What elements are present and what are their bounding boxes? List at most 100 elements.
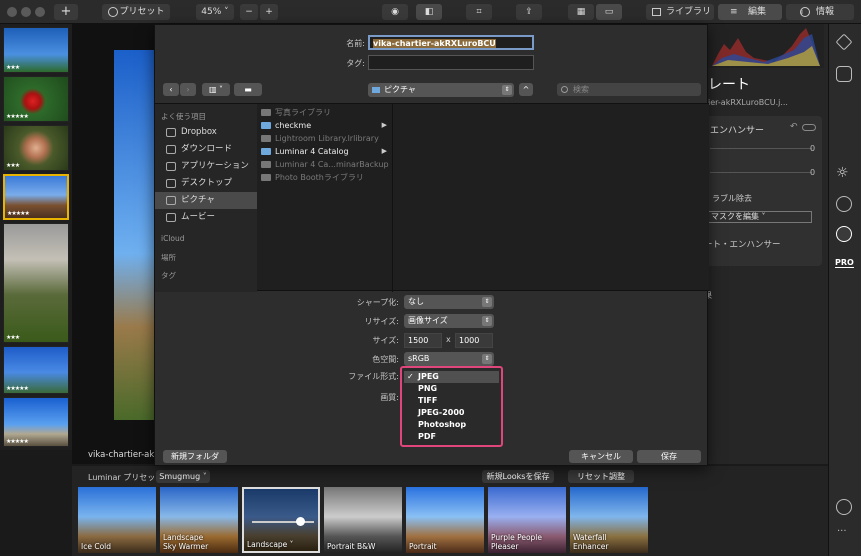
- preset-thumb[interactable]: Ice Cold: [78, 487, 156, 553]
- folder-icon: [372, 87, 380, 93]
- edit-tab-label: 編集: [748, 7, 767, 17]
- canvas-icon[interactable]: [836, 66, 852, 82]
- height-input[interactable]: 1000: [455, 333, 493, 348]
- toggle-switch[interactable]: [802, 124, 816, 131]
- filmstrip-thumb[interactable]: ★★★★★: [3, 76, 69, 122]
- edit-mask-button[interactable]: マスクを編集 ˅: [708, 211, 812, 223]
- new-folder-button[interactable]: 新規フォルダ: [163, 450, 227, 463]
- filmstrip-thumb[interactable]: ★★★: [3, 223, 69, 343]
- zoom-window-button[interactable]: [35, 7, 45, 17]
- zoom-level-select[interactable]: 45% ˅: [196, 4, 234, 20]
- sidebar-item[interactable]: ピクチャ: [155, 192, 257, 209]
- places-header: 場所: [161, 253, 176, 262]
- reset-adjustments-button[interactable]: リセット調整: [568, 470, 634, 483]
- file-item: Lightroom Library.lrlibrary: [257, 132, 391, 145]
- quality-label: 画質:: [380, 393, 399, 402]
- filmstrip-thumb[interactable]: ★★★★★: [3, 397, 69, 447]
- history-clock-icon[interactable]: [836, 499, 852, 515]
- view-mode-button[interactable]: ▥ ˅: [202, 83, 230, 96]
- filmstrip-thumb[interactable]: ★★★★★: [3, 346, 69, 394]
- face-icon[interactable]: [836, 226, 852, 242]
- preset-thumb[interactable]: Waterfall Enhancer: [570, 487, 648, 553]
- minimize-window-button[interactable]: [21, 7, 31, 17]
- filmstrip-thumb[interactable]: ★★★: [3, 27, 69, 73]
- preview-eye-icon[interactable]: ◉: [382, 4, 408, 20]
- file-item[interactable]: checkme ▶: [257, 119, 391, 132]
- filename-input[interactable]: vika-chartier-akRXLuroBCU: [368, 35, 534, 50]
- sidebar-item[interactable]: Dropbox: [155, 124, 257, 141]
- zoom-in-button[interactable]: +: [260, 4, 278, 20]
- resize-select[interactable]: 画像サイズ ⇕: [404, 314, 494, 328]
- looks-category-select[interactable]: Smugmug ˅: [156, 470, 210, 483]
- crop-icon[interactable]: ⌗: [466, 4, 492, 20]
- colorspace-select[interactable]: sRGB ⇕: [404, 352, 494, 366]
- sidebar-item[interactable]: デスクトップ: [155, 175, 257, 192]
- sidebar-item[interactable]: ダウンロード: [155, 141, 257, 158]
- reset-icon[interactable]: ↶: [790, 122, 798, 132]
- zoom-level-value: 45%: [201, 7, 222, 17]
- filmstrip-thumb[interactable]: ★★★: [3, 125, 69, 171]
- compare-icon[interactable]: ◧: [416, 4, 442, 20]
- preset-label: Ice Cold: [81, 542, 112, 551]
- file-item[interactable]: Luminar 4 Catalog ▶: [257, 145, 391, 158]
- slider-track[interactable]: [710, 172, 812, 173]
- slider-track[interactable]: [710, 148, 812, 149]
- location-select[interactable]: ピクチャ ⇕: [368, 83, 514, 97]
- info-tab[interactable]: i 情報: [786, 4, 854, 20]
- dropbox-icon: [166, 128, 176, 137]
- more-options-icon[interactable]: ···: [837, 526, 847, 537]
- forward-button[interactable]: ›: [180, 83, 196, 96]
- search-input[interactable]: 検索: [557, 83, 701, 96]
- info-tab-label: 情報: [816, 7, 835, 17]
- cancel-button[interactable]: キャンセル: [569, 450, 633, 463]
- grid-view-icon[interactable]: ▦: [568, 4, 594, 20]
- sidebar-item[interactable]: ムービー: [155, 209, 257, 226]
- save-looks-button[interactable]: 新規Looksを保存: [482, 470, 554, 483]
- share-icon[interactable]: ⇪: [516, 4, 542, 20]
- edit-tab[interactable]: ≡ 編集: [718, 4, 782, 20]
- presets-label: プリセット: [119, 7, 165, 17]
- slider-knob[interactable]: [296, 517, 305, 526]
- library-tab[interactable]: ライブラリ: [646, 4, 714, 20]
- close-window-button[interactable]: [7, 7, 17, 17]
- palette-icon[interactable]: [836, 196, 852, 212]
- movies-icon: [166, 213, 176, 222]
- portrait-enhancer-label[interactable]: ート・エンハンサー: [704, 238, 781, 250]
- preset-thumb[interactable]: Landscape Sky Warmer: [160, 487, 238, 553]
- format-menu-item[interactable]: Photoshop: [404, 419, 499, 431]
- sharpen-select[interactable]: なし ⇕: [404, 295, 494, 309]
- zoom-out-button[interactable]: −: [240, 4, 258, 20]
- preset-amount-slider[interactable]: [252, 517, 314, 526]
- format-menu-item[interactable]: JPEG-2000: [404, 407, 499, 419]
- tag-input[interactable]: [368, 55, 534, 70]
- sun-icon[interactable]: ☼: [836, 165, 849, 181]
- presets-button[interactable]: プリセット: [102, 4, 170, 20]
- file-item-label: Lightroom Library.lrlibrary: [275, 134, 379, 143]
- width-input[interactable]: 1500: [404, 333, 442, 348]
- single-view-icon[interactable]: ▭: [596, 4, 622, 20]
- sidebar-item-label: Dropbox: [181, 127, 217, 137]
- sharpen-label: シャープ化:: [356, 298, 399, 307]
- format-menu-item[interactable]: PNG: [404, 383, 499, 395]
- save-button[interactable]: 保存: [637, 450, 701, 463]
- preset-thumb[interactable]: Portrait B&W: [324, 487, 402, 553]
- format-menu-item[interactable]: JPEG: [404, 371, 499, 383]
- expand-up-button[interactable]: ^: [519, 83, 533, 96]
- download-icon: [166, 145, 176, 154]
- colorspace-value: sRGB: [408, 354, 430, 363]
- add-button[interactable]: +: [54, 4, 78, 20]
- rating-stars: ★★★★★: [6, 113, 29, 120]
- preset-thumb[interactable]: Portrait: [406, 487, 484, 553]
- format-menu-item[interactable]: PDF: [404, 431, 499, 443]
- preset-thumb[interactable]: Landscape ˅: [242, 487, 320, 553]
- template-title: レート: [708, 77, 750, 93]
- format-menu-item[interactable]: TIFF: [404, 395, 499, 407]
- disclosure-arrow-icon: ▶: [381, 147, 387, 155]
- resize-value: 画像サイズ: [408, 316, 448, 325]
- folder-icon[interactable]: ▬: [234, 83, 262, 96]
- back-button[interactable]: ‹: [163, 83, 179, 96]
- preset-thumb[interactable]: Purple People Pleaser: [488, 487, 566, 553]
- pro-icon[interactable]: PRO: [835, 258, 854, 268]
- sidebar-item[interactable]: アプリケーション: [155, 158, 257, 175]
- filmstrip-thumb-selected[interactable]: ★★★★★: [3, 174, 69, 220]
